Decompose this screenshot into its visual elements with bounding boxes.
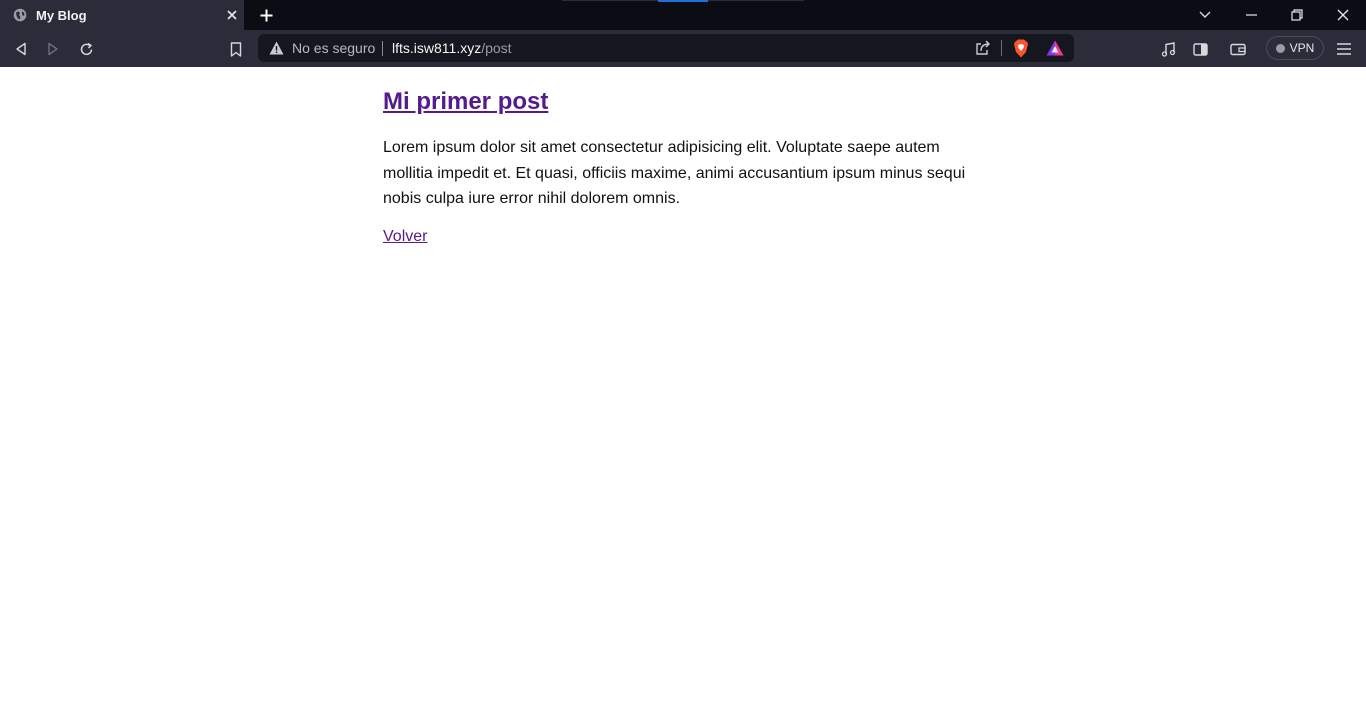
vpn-label: VPN (1289, 41, 1315, 55)
warning-icon[interactable] (268, 40, 284, 56)
bookmark-icon[interactable] (226, 39, 246, 59)
vpn-button[interactable]: VPN (1266, 36, 1324, 60)
brave-shields-icon[interactable] (1012, 38, 1030, 58)
post-title-link[interactable]: Mi primer post (383, 88, 548, 116)
wallet-icon[interactable] (1228, 39, 1248, 59)
close-window-icon[interactable] (1320, 0, 1366, 30)
security-status[interactable]: No es seguro (292, 40, 375, 56)
post-body: Lorem ipsum dolor sit amet consectetur a… (383, 139, 966, 208)
url-host: lfts.isw811.xyz (392, 40, 482, 56)
url-path: /post (481, 40, 512, 56)
url-divider (382, 41, 383, 56)
url-text[interactable]: lfts.isw811.xyz/post (392, 40, 512, 56)
tab-my-blog[interactable]: My Blog (0, 0, 244, 30)
restore-icon[interactable] (1274, 0, 1320, 30)
minimize-icon[interactable] (1228, 0, 1274, 30)
url-divider-2 (1001, 40, 1002, 56)
reload-icon[interactable] (76, 39, 96, 59)
page-content: Mi primer post Lorem ipsum dolor sit ame… (383, 67, 983, 246)
tab-strip-indicator (658, 0, 708, 2)
browser-toolbar: No es seguro lfts.isw811.xyz/post VPN (0, 30, 1366, 67)
sidebar-icon[interactable] (1190, 39, 1210, 59)
tab-search-chevron-icon[interactable] (1182, 0, 1228, 30)
tab-strip: My Blog (0, 0, 1366, 30)
brave-rewards-icon[interactable] (1046, 39, 1064, 57)
back-icon[interactable] (11, 39, 31, 59)
back-link[interactable]: Volver (383, 228, 427, 246)
new-tab-icon[interactable] (256, 5, 276, 25)
vpn-status-icon (1275, 43, 1285, 53)
menu-icon[interactable] (1334, 39, 1354, 59)
globe-icon (13, 8, 27, 22)
address-bar[interactable]: No es seguro lfts.isw811.xyz/post (258, 34, 1074, 62)
close-tab-icon[interactable] (224, 7, 240, 23)
media-icon[interactable] (1158, 39, 1178, 59)
forward-icon[interactable] (43, 39, 63, 59)
tab-title: My Blog (36, 7, 87, 23)
share-icon[interactable] (974, 39, 992, 57)
